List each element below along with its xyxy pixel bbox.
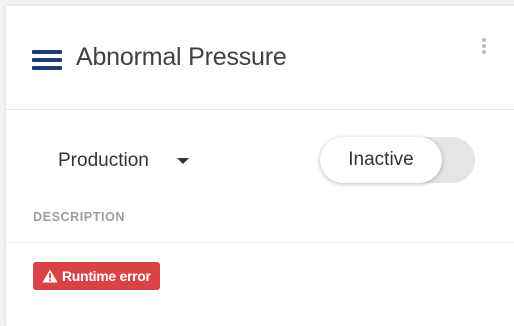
more-dot [482, 50, 486, 54]
card-title: Abnormal Pressure [76, 43, 287, 71]
section-divider [6, 242, 514, 243]
description-heading: DESCRIPTION [33, 210, 126, 224]
more-dot [482, 38, 486, 42]
environment-dropdown[interactable]: Production [58, 149, 189, 173]
environment-label: Production [58, 150, 149, 171]
status-toggle-knob: Inactive [320, 137, 442, 183]
runtime-error-badge: Runtime error [33, 262, 160, 290]
menu-bar [32, 50, 62, 54]
rule-card: Abnormal Pressure Production Inactive DE… [6, 6, 514, 326]
menu-bar [32, 58, 62, 62]
hamburger-menu-icon[interactable] [32, 50, 62, 70]
caret-down-icon [176, 158, 189, 164]
badge-label: Runtime error [62, 268, 151, 284]
card-header: Abnormal Pressure [6, 6, 514, 110]
status-toggle[interactable]: Inactive [320, 137, 475, 183]
warning-triangle-icon [42, 269, 58, 283]
menu-bar [32, 66, 62, 70]
more-dot [482, 44, 486, 48]
status-toggle-label: Inactive [348, 149, 414, 170]
more-vertical-icon[interactable] [480, 38, 488, 56]
